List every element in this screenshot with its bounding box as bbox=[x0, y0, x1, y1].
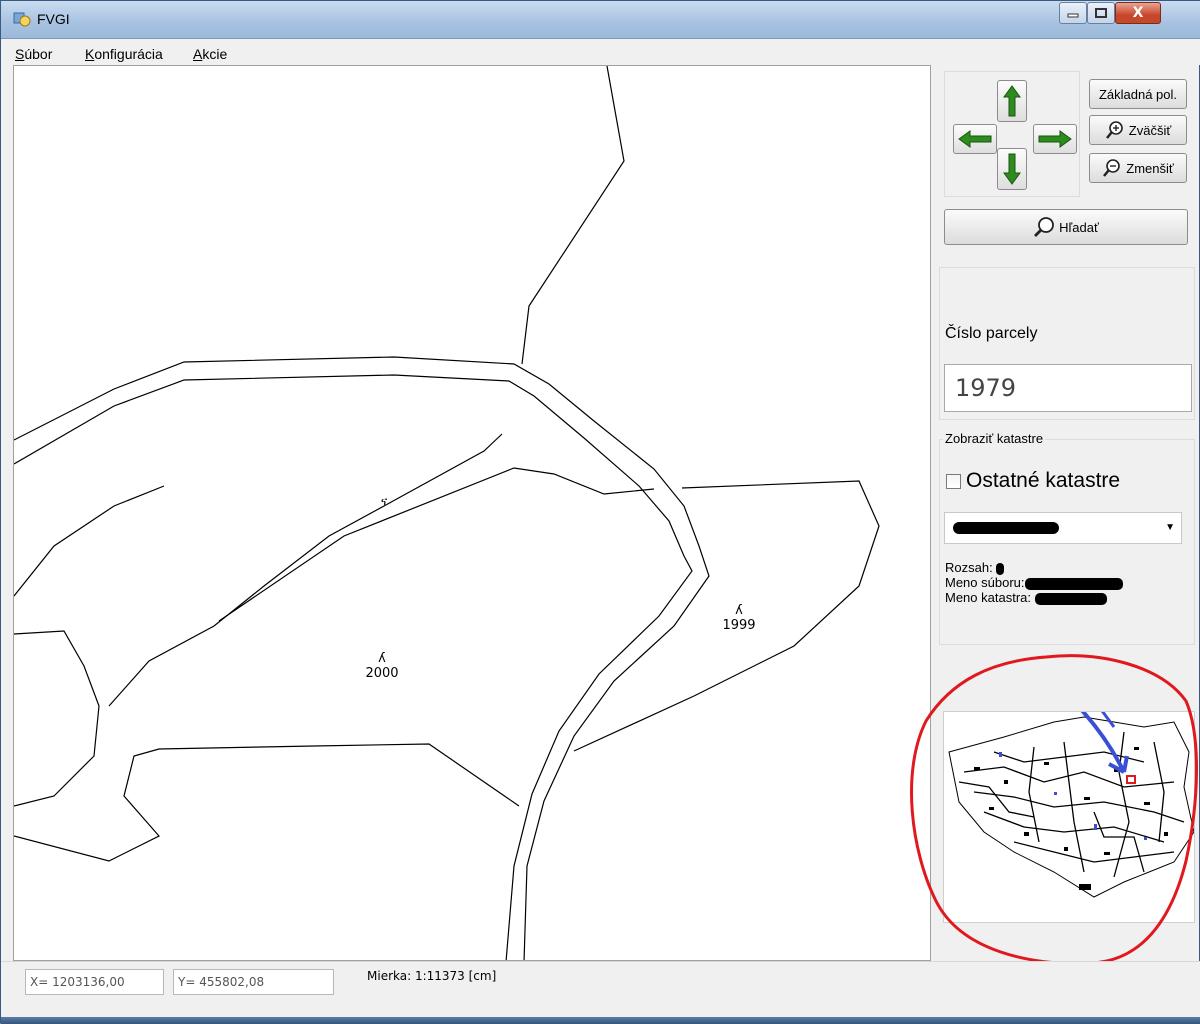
parcel-label-2000[interactable]: ʎ 2000 bbox=[352, 651, 412, 681]
arrow-left-icon bbox=[958, 130, 992, 148]
close-icon: X bbox=[1132, 5, 1144, 21]
navigation-pad bbox=[944, 71, 1080, 197]
zoom-in-button[interactable]: Zväčšiť bbox=[1089, 115, 1187, 145]
pan-down-button[interactable] bbox=[997, 148, 1027, 190]
menu-bar: Súbor Konfigurácia Akcie bbox=[1, 39, 1200, 65]
redacted-value bbox=[1024, 577, 1123, 590]
arrow-down-icon bbox=[1003, 153, 1021, 185]
cadastre-select[interactable]: ▼ bbox=[944, 512, 1182, 544]
menu-subor[interactable]: Súbor bbox=[15, 46, 52, 62]
parcel-boundaries bbox=[14, 66, 880, 960]
status-bar: X= 1203136,00 Y= 455802,08 Mierka: 1:113… bbox=[1, 961, 1200, 1023]
scale-label: Mierka: 1:11373 [cm] bbox=[367, 969, 497, 983]
map-canvas[interactable]: ʎ 2000 ʎ 1999 ና bbox=[13, 65, 931, 961]
zoom-out-button[interactable]: Zmenšiť bbox=[1089, 153, 1187, 183]
close-button[interactable]: X bbox=[1115, 2, 1161, 24]
menu-akcie[interactable]: Akcie bbox=[193, 46, 227, 62]
arrow-right-icon bbox=[1038, 130, 1072, 148]
y-coordinate-field[interactable]: Y= 455802,08 bbox=[173, 969, 334, 995]
search-icon bbox=[1034, 217, 1055, 237]
pan-left-button[interactable] bbox=[953, 124, 997, 154]
redacted-value bbox=[996, 562, 1005, 575]
boundary-road-left bbox=[14, 485, 165, 597]
other-cadastres-label[interactable]: Ostatné katastre bbox=[966, 469, 1120, 493]
parcel-search-group: Číslo parcely 1979 bbox=[939, 267, 1195, 420]
title-bar[interactable]: FVGI X bbox=[1, 1, 1200, 39]
menu-konfiguracia[interactable]: Konfigurácia bbox=[85, 46, 163, 62]
redacted-value bbox=[1034, 592, 1107, 605]
parcel-number-input[interactable]: 1979 bbox=[944, 364, 1192, 412]
chevron-down-icon: ▼ bbox=[1165, 522, 1175, 533]
minimize-icon bbox=[1067, 13, 1079, 18]
minimize-button[interactable] bbox=[1059, 2, 1087, 24]
road-mark: ና bbox=[380, 494, 388, 508]
zoom-out-icon bbox=[1103, 159, 1121, 177]
app-window: FVGI X Súbor Konfigurácia Akcie ʎ 2000 ʎ… bbox=[0, 0, 1200, 1024]
cadastre-group-title: Zobraziť katastre bbox=[943, 431, 1046, 446]
redacted-value bbox=[953, 522, 1059, 534]
zoom-in-icon bbox=[1105, 121, 1123, 139]
other-cadastres-checkbox[interactable] bbox=[946, 474, 961, 489]
x-coordinate-field[interactable]: X= 1203136,00 bbox=[25, 969, 164, 995]
boundary-left bbox=[14, 630, 100, 807]
arrow-up-icon bbox=[1003, 85, 1021, 117]
boundary-upper bbox=[521, 66, 625, 365]
boundary-2000-top bbox=[218, 467, 655, 622]
maximize-button[interactable] bbox=[1087, 2, 1115, 24]
pan-up-button[interactable] bbox=[997, 80, 1027, 122]
maximize-icon bbox=[1095, 8, 1107, 18]
cadastre-name-info: Meno katastra: bbox=[945, 590, 1107, 605]
right-panel: Základná pol. Zväčšiť Zmenšiť Hľadať Čís… bbox=[936, 65, 1198, 961]
search-button[interactable]: Hľadať bbox=[944, 209, 1188, 245]
minimap-drawing bbox=[948, 712, 1194, 898]
file-name-info: Meno súboru: bbox=[945, 575, 1123, 590]
boundary-inner bbox=[108, 433, 503, 707]
window-title: FVGI bbox=[37, 11, 70, 27]
parcel-label-1999[interactable]: ʎ 1999 bbox=[709, 603, 769, 633]
app-icon bbox=[13, 12, 31, 27]
cadastre-group: Zobraziť katastre Ostatné katastre ▼ Roz… bbox=[939, 431, 1195, 645]
default-position-button[interactable]: Základná pol. bbox=[1089, 79, 1187, 109]
overview-minimap[interactable] bbox=[943, 711, 1195, 923]
parcel-number-label: Číslo parcely bbox=[945, 325, 1038, 342]
boundary-2000-bottom bbox=[14, 743, 520, 862]
pan-right-button[interactable] bbox=[1033, 124, 1077, 154]
rozsah-info: Rozsah: bbox=[945, 560, 1005, 575]
